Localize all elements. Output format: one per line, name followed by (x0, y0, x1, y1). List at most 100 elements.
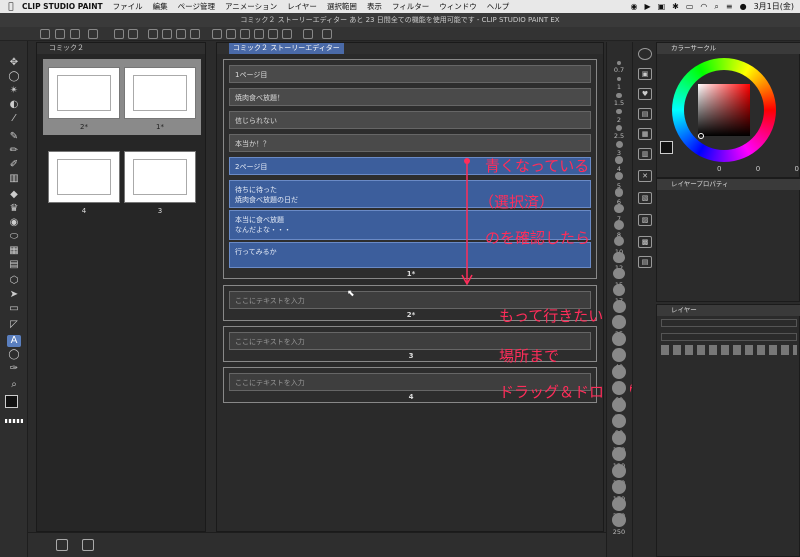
menu-edit[interactable]: 編集 (153, 1, 168, 12)
menu-filter[interactable]: フィルター (392, 1, 429, 12)
brush-size-dot[interactable] (612, 381, 626, 395)
fill-tool-icon[interactable]: ⬭ (7, 231, 21, 243)
fill-icon[interactable] (162, 29, 172, 39)
brush-size-dot[interactable] (612, 397, 626, 412)
thumbnail-spread-selected[interactable]: 2* 1* (43, 59, 201, 135)
siri-icon[interactable]: ● (740, 2, 747, 11)
page-view-icon[interactable] (56, 539, 68, 551)
page-thumbnail-3[interactable] (124, 151, 196, 203)
menu-page[interactable]: ページ管理 (178, 1, 215, 12)
phone-icon[interactable] (303, 29, 313, 39)
brush-size-dot[interactable] (614, 204, 624, 214)
move-tool-icon[interactable]: ✥ (7, 57, 21, 69)
auto-action-icon[interactable]: ▤ (638, 256, 652, 268)
history-icon[interactable]: ▥ (638, 148, 652, 160)
brush-size-dot[interactable] (613, 235, 625, 247)
search-icon[interactable]: ⌕ (714, 2, 718, 12)
story-editor-tab[interactable]: コミック２ ストーリーエディター (229, 43, 344, 54)
eraser-tool-icon[interactable]: ◆ (7, 189, 21, 201)
page-thumbnail-1[interactable] (124, 67, 196, 119)
brush-size-dot[interactable] (612, 513, 626, 527)
snap-icon[interactable] (212, 29, 222, 39)
bluetooth-icon[interactable]: ✱ (672, 2, 679, 11)
spread-view-icon[interactable] (82, 539, 94, 551)
lasso-tool-icon[interactable]: ◯ (7, 71, 21, 83)
apple-icon[interactable]:  (0, 2, 22, 12)
record-icon[interactable]: ◉ (630, 2, 637, 11)
quick-access-icon[interactable]: ▨ (638, 214, 652, 226)
material-icon[interactable]: ▤ (638, 108, 652, 120)
brush-size-dot[interactable] (614, 188, 624, 197)
brush-size-dot[interactable] (612, 315, 626, 329)
play-icon[interactable]: ▶ (644, 2, 650, 11)
brush-size-dot[interactable] (615, 156, 623, 164)
object-tool-icon[interactable]: ➤ (7, 289, 21, 301)
main-color-chip[interactable] (660, 141, 673, 154)
wifi-icon[interactable]: ◠ (700, 2, 707, 11)
brush-size-dot[interactable] (616, 92, 622, 98)
app-menu[interactable]: CLIP STUDIO PAINT (22, 2, 103, 11)
menu-file[interactable]: ファイル (113, 1, 143, 12)
app-icon[interactable]: ▣ (658, 2, 666, 11)
save-icon[interactable] (70, 29, 80, 39)
color-picker-cursor[interactable] (698, 133, 704, 139)
figure-tool-icon[interactable]: ⬡ (7, 275, 21, 287)
control-center-icon[interactable]: ≡ (726, 2, 733, 11)
ruler-tool-icon[interactable]: ◸ (7, 319, 21, 331)
brush-size-dot[interactable] (616, 76, 622, 82)
brush-size-dot[interactable] (614, 220, 624, 230)
brush-size-dot[interactable] (612, 414, 626, 428)
battery-icon[interactable]: ▭ (686, 2, 694, 11)
saturation-value-square[interactable] (698, 84, 750, 136)
crop-icon[interactable] (190, 29, 200, 39)
brush-tool-icon[interactable]: ✐ (7, 159, 21, 171)
brush-size-dot[interactable] (612, 463, 626, 478)
brush-size-dot[interactable] (615, 124, 623, 131)
brush-size-dot[interactable] (612, 496, 626, 511)
open-icon[interactable] (55, 29, 65, 39)
menu-layer[interactable]: レイヤー (287, 1, 317, 12)
export-icon[interactable] (88, 29, 98, 39)
text-row[interactable]: 焼肉食べ放題！ (229, 88, 591, 106)
menu-help[interactable]: ヘルプ (487, 1, 510, 12)
page-thumbnail-4[interactable] (48, 151, 120, 203)
zoom-tool-icon[interactable]: ⌕ (7, 379, 21, 391)
blend-mode-select[interactable] (661, 319, 797, 327)
brush-size-dot[interactable] (613, 267, 625, 280)
clear-icon[interactable] (148, 29, 158, 39)
brush-size-dot[interactable] (615, 140, 623, 148)
opacity-slider[interactable] (661, 333, 797, 341)
guide-icon[interactable] (254, 29, 264, 39)
page-thumbnail-2[interactable] (48, 67, 120, 119)
brush-size-dot[interactable] (612, 364, 626, 379)
gradient-tool-icon[interactable]: ▦ (7, 245, 21, 257)
help-icon[interactable] (322, 29, 332, 39)
brush-size-dot[interactable] (614, 172, 624, 181)
brush-size-dot[interactable] (612, 480, 626, 494)
zoom-select-icon[interactable]: ◐ (7, 99, 21, 111)
main-color-swatch[interactable] (5, 395, 18, 408)
page-manager-tab[interactable]: コミック２ (49, 44, 84, 52)
brush-size-dot[interactable] (613, 251, 625, 263)
brush-size-dot[interactable] (612, 447, 626, 461)
close-panel-icon[interactable]: ✕ (638, 170, 652, 182)
correction-tool-icon[interactable]: ✑ (7, 363, 21, 375)
transparent-color-swatch[interactable] (5, 419, 23, 423)
text-tool-icon[interactable]: A (7, 335, 21, 347)
magic-wand-icon[interactable]: ✴ (7, 85, 21, 97)
pencil-tool-icon[interactable]: ✏ (7, 145, 21, 157)
transform-icon[interactable] (176, 29, 186, 39)
brush-size-dot[interactable] (612, 331, 626, 346)
undo-icon[interactable] (114, 29, 124, 39)
pen-tool-icon[interactable]: ✎ (7, 131, 21, 143)
eyedropper-icon[interactable]: ⁄ (7, 113, 21, 125)
brush-size-dot[interactable] (612, 299, 626, 313)
text-row[interactable]: 信じられない (229, 111, 591, 129)
clock[interactable]: 3月1日(金) (754, 1, 794, 12)
menu-view[interactable]: 表示 (367, 1, 382, 12)
navigator-icon[interactable] (638, 48, 652, 60)
marker-tool-icon[interactable]: ▥ (7, 173, 21, 185)
brush-size-dot[interactable] (612, 430, 626, 445)
text-row[interactable]: 1ページ目 (229, 65, 591, 83)
color-set-icon[interactable]: ▦ (638, 128, 652, 140)
